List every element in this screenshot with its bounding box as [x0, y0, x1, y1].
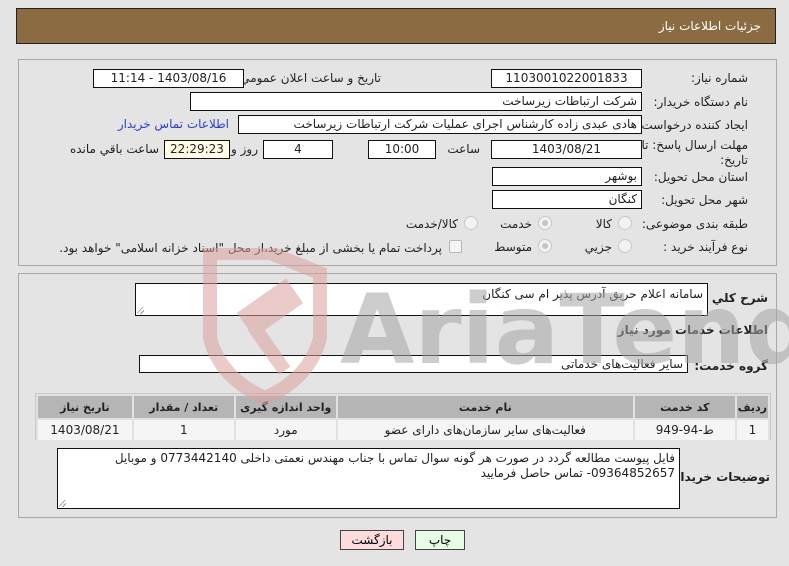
buyer-notes-field[interactable]: فایل پیوست مطالعه گردد در صورت هر گونه س…: [57, 448, 680, 509]
summary-field[interactable]: سامانه اعلام حریق آدرس پذیر ام سی کنگان: [135, 283, 708, 316]
time-label: ساعت: [447, 142, 480, 156]
buyer-notes-wrap: فایل پیوست مطالعه گردد در صورت هر گونه س…: [57, 448, 680, 509]
province-field: بوشهر: [492, 167, 642, 186]
service-group-label: گروه خدمت:: [694, 359, 768, 373]
need-number-field: 1103001022001833: [491, 69, 642, 88]
announce-datetime-field: 1403/08/16 - 11:14: [93, 69, 244, 88]
buyer-notes-label: توضیحات خریدار:: [668, 470, 770, 484]
cell-need-date: 1403/08/21: [38, 420, 132, 440]
need-number-label: شماره نیاز:: [691, 71, 748, 85]
deadline-time-field: 10:00: [368, 140, 436, 159]
cell-quantity: 1: [133, 420, 234, 440]
col-unit: واحد اندازه گیری: [235, 396, 336, 418]
process-label: نوع فرآیند خرید :: [663, 240, 748, 254]
table-row: 1 ط-94-949 فعالیت‌های سایر سازمان‌های دا…: [38, 420, 768, 440]
buyer-org-label: نام دستگاه خریدار:: [653, 95, 749, 109]
buyer-contact-link[interactable]: اطلاعات تماس خریدار: [118, 117, 229, 131]
remaining-time-field: 22:29:23: [164, 140, 230, 159]
services-table-header: ردیف کد خدمت نام خدمت واحد اندازه گیری ت…: [38, 396, 768, 418]
cell-row-number: 1: [736, 420, 768, 440]
category-option-goods: کالا: [595, 217, 612, 231]
process-radio-medium[interactable]: [538, 239, 552, 253]
need-info-panel: شماره نیاز: 1103001022001833 تاریخ و ساع…: [18, 59, 777, 266]
remaining-time-label: ساعت باقي مانده: [69, 142, 159, 156]
resize-grip-icon[interactable]: [59, 500, 66, 507]
summary-textarea-wrap: سامانه اعلام حریق آدرس پذیر ام سی کنگان: [135, 283, 708, 316]
category-option-service: خدمت: [500, 217, 532, 231]
services-heading: اطلاعات خدمات مورد نیاز: [617, 323, 768, 337]
col-row-number: ردیف: [736, 396, 768, 418]
creator-label: ایجاد کننده درخواست:: [637, 118, 748, 132]
province-label: استان محل تحویل:: [653, 170, 748, 184]
col-service-name: نام خدمت: [337, 396, 633, 418]
buyer-notes-panel: توضیحات خریدار: فایل پیوست مطالعه گردد د…: [18, 440, 777, 518]
category-label: طبقه بندی موضوعی:: [641, 217, 748, 231]
category-radio-service[interactable]: [538, 216, 552, 230]
process-radio-minor[interactable]: [618, 239, 632, 253]
back-button[interactable]: بازگشت: [340, 530, 404, 550]
category-option-goods-service: کالا/خدمت: [405, 217, 458, 231]
deadline-label: مهلت ارسال پاسخ: تا تاریخ:: [641, 138, 748, 167]
category-radio-goods-service[interactable]: [464, 216, 478, 230]
treasury-checkbox-label: پرداخت تمام یا بخشی از مبلغ خرید،از محل …: [59, 241, 442, 255]
deadline-date-field: 1403/08/21: [491, 140, 642, 159]
col-need-date: تاریخ نیاز: [38, 396, 132, 418]
page-title: جزئیات اطلاعات نیاز: [658, 19, 761, 33]
category-radio-goods[interactable]: [618, 216, 632, 230]
treasury-checkbox[interactable]: [449, 240, 462, 253]
process-option-medium: متوسط: [494, 240, 532, 254]
service-details-panel: شرح کلي نیاز: سامانه اعلام حریق آدرس پذی…: [18, 273, 777, 443]
creator-field: هادی عبدی زاده کارشناس اجرای عملیات شرکت…: [238, 115, 642, 134]
announce-label: تاریخ و ساعت اعلان عمومي:: [236, 71, 381, 85]
process-option-minor: جزیي: [584, 240, 612, 254]
print-button[interactable]: چاپ: [415, 530, 465, 550]
cell-unit: مورد: [235, 420, 336, 440]
buyer-org-field: شرکت ارتباطات زیرساخت: [190, 92, 642, 111]
service-group-field: سایر فعالیت‌های خدماتی: [139, 355, 688, 373]
cell-service-name: فعالیت‌های سایر سازمان‌های دارای عضو: [337, 420, 633, 440]
resize-grip-icon[interactable]: [137, 307, 144, 314]
days-remaining-field: 4: [263, 140, 333, 159]
city-field: کنگان: [492, 190, 642, 209]
page-header: جزئیات اطلاعات نیاز: [16, 8, 776, 44]
cell-service-code: ط-94-949: [634, 420, 735, 440]
days-label: روز و: [231, 142, 258, 156]
city-label: شهر محل تحویل:: [661, 193, 748, 207]
services-table: ردیف کد خدمت نام خدمت واحد اندازه گیری ت…: [35, 393, 771, 443]
col-quantity: تعداد / مقدار: [133, 396, 234, 418]
col-service-code: کد خدمت: [634, 396, 735, 418]
